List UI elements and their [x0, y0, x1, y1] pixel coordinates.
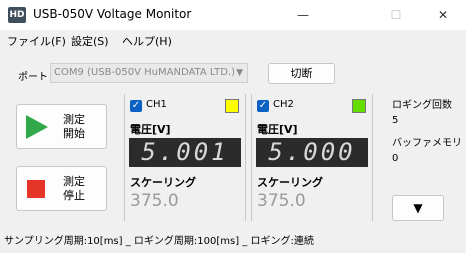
- disconnect-button[interactable]: 切断: [268, 63, 335, 84]
- menu-file[interactable]: ファイル(F): [7, 33, 66, 49]
- maximize-button[interactable]: ☐: [373, 0, 419, 30]
- window-title: USB-050V Voltage Monitor: [33, 7, 192, 21]
- ch1-voltage-display: 5.001: [129, 138, 241, 167]
- port-label: ポート: [18, 72, 48, 83]
- close-button[interactable]: ✕: [420, 0, 466, 30]
- minimize-button[interactable]: —: [280, 0, 326, 30]
- ch1-label: CH1: [146, 99, 167, 110]
- ch2-label: CH2: [273, 99, 294, 110]
- port-select[interactable]: COM9 (USB-050V HuMANDATA LTD.) ▼: [50, 63, 248, 83]
- ch1-checkbox[interactable]: ✓: [130, 100, 142, 112]
- ch1-scaling-value: 375.0: [130, 191, 179, 211]
- buffer-memory-value: 0: [392, 153, 399, 164]
- port-select-value: COM9 (USB-050V HuMANDATA LTD.): [54, 67, 235, 78]
- ch2-color-swatch[interactable]: [352, 99, 366, 113]
- menu-settings[interactable]: 設定(S): [71, 33, 109, 49]
- stop-icon: [27, 180, 45, 198]
- app-window: HD USB-050V Voltage Monitor — ☐ ✕ ファイル(F…: [0, 0, 466, 253]
- ch1-voltage-label: 電圧[V]: [130, 123, 171, 136]
- stop-measurement-button[interactable]: 測定 停止: [16, 166, 107, 211]
- menu-help[interactable]: ヘルプ(H): [122, 33, 172, 49]
- logging-count-value: 5: [392, 115, 399, 126]
- title-bar: HD USB-050V Voltage Monitor — ☐ ✕: [0, 0, 466, 30]
- start-measurement-button[interactable]: 測定 開始: [16, 104, 107, 149]
- stop-button-label: 測定 停止: [63, 175, 85, 202]
- menu-bar: ファイル(F) 設定(S) ヘルプ(H): [0, 30, 466, 50]
- start-button-label: 測定 開始: [63, 113, 85, 140]
- channel-1-panel: ✓ CH1 電圧[V] 5.001 スケーリング 375.0: [124, 94, 246, 221]
- logging-count-label: ロギング回数: [392, 100, 452, 111]
- chevron-down-icon: ▼: [236, 68, 243, 78]
- expand-button[interactable]: ▼: [392, 195, 444, 221]
- ch2-scaling-value: 375.0: [257, 191, 306, 211]
- play-icon: [26, 115, 48, 139]
- ch2-checkbox[interactable]: ✓: [257, 100, 269, 112]
- ch2-scaling-label: スケーリング: [257, 176, 323, 189]
- ch1-color-swatch[interactable]: [225, 99, 239, 113]
- buffer-memory-label: バッファメモリ: [392, 138, 462, 149]
- app-icon: HD: [8, 7, 26, 23]
- ch2-voltage-display: 5.000: [256, 138, 368, 167]
- channel-2-panel: ✓ CH2 電圧[V] 5.000 スケーリング 375.0: [251, 94, 373, 221]
- ch1-scaling-label: スケーリング: [130, 176, 196, 189]
- ch2-voltage-label: 電圧[V]: [257, 123, 298, 136]
- status-bar: サンプリング周期:10[ms] _ ロギング周期:100[ms] _ ロギング:…: [0, 231, 466, 253]
